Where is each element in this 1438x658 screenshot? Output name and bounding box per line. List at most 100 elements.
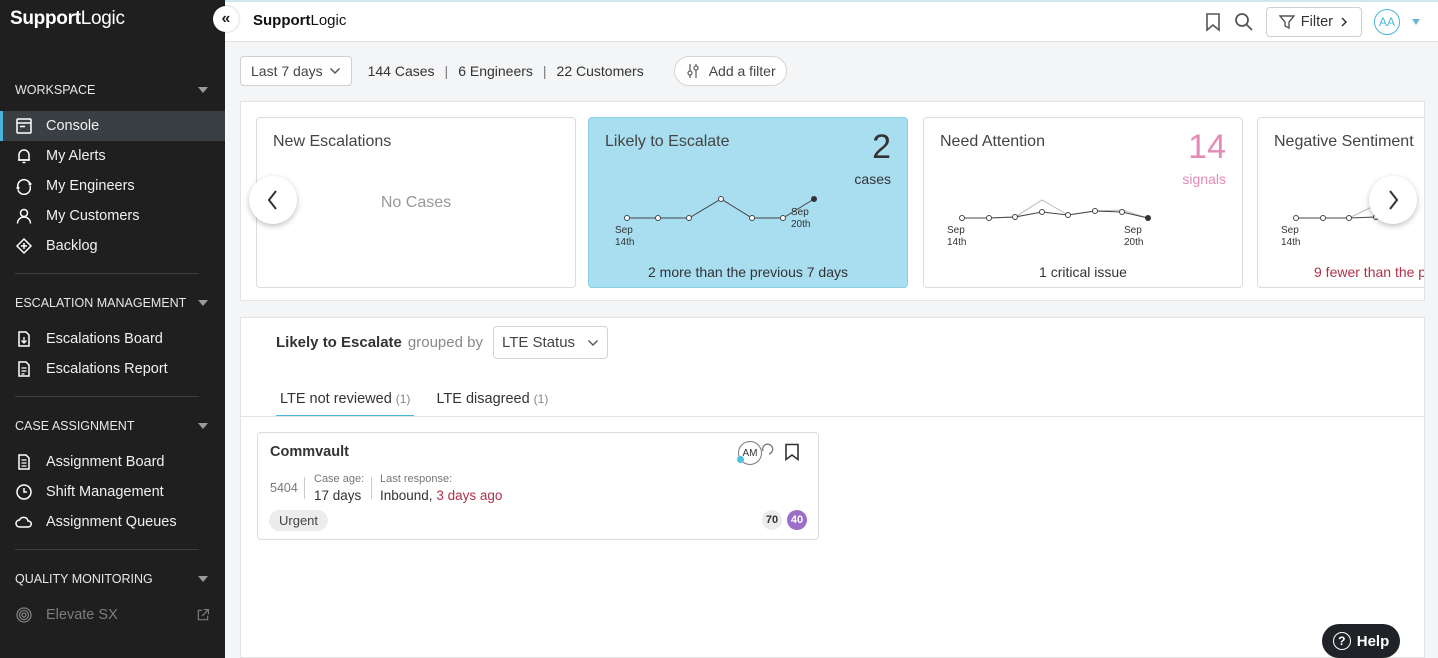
- list-title: Likely to Escalate: [276, 334, 402, 351]
- card-title: Need Attention: [940, 133, 1045, 150]
- filter-button[interactable]: Filter: [1265, 7, 1362, 37]
- caret-down-icon[interactable]: [198, 423, 208, 429]
- sidebar-item-my-customers[interactable]: My Customers: [0, 201, 225, 231]
- card-need-attention[interactable]: Need Attention 14 signals Sep 14th Sep 2…: [923, 117, 1243, 288]
- sparkline-point: [624, 215, 630, 221]
- response-direction: Inbound,: [380, 488, 433, 503]
- score-badge: 70: [762, 510, 782, 530]
- tab-lte-not-reviewed[interactable]: LTE not reviewed (1): [276, 388, 415, 417]
- card-count: 14: [1188, 128, 1226, 166]
- last-response-label: Last response:: [380, 473, 453, 485]
- sidebar-divider: [15, 396, 199, 397]
- question-icon: ?: [1332, 632, 1351, 650]
- sidebar-item-shift-management[interactable]: Shift Management: [0, 477, 225, 507]
- caret-down-icon[interactable]: [198, 87, 208, 93]
- group-by-row: Likely to Escalate grouped by LTE Status: [276, 326, 609, 359]
- case-age-value: 17 days: [314, 488, 362, 503]
- tab-lte-disagreed[interactable]: LTE disagreed (1): [432, 388, 552, 417]
- sidebar-item-assignment-board[interactable]: Assignment Board: [0, 447, 225, 477]
- sidebar-item-escalations-report[interactable]: Escalations Report: [0, 354, 225, 384]
- engineers-icon: [16, 178, 32, 195]
- sparkline-point: [1346, 215, 1352, 221]
- sparkline-point: [986, 215, 992, 221]
- funnel-icon: [1278, 15, 1295, 30]
- sidebar-item-label: Escalations Report: [46, 361, 168, 377]
- carousel-prev-button[interactable]: [249, 176, 297, 224]
- backlog-icon: [15, 237, 33, 255]
- card-unit: signals: [1182, 171, 1226, 187]
- sidebar-item-my-engineers[interactable]: My Engineers: [0, 171, 225, 201]
- external-link-icon[interactable]: [196, 608, 210, 622]
- sparkline-point: [1065, 212, 1071, 218]
- caret-down-icon[interactable]: [198, 576, 208, 582]
- group-by-value: LTE Status: [501, 334, 576, 351]
- customers-count[interactable]: 22 Customers: [557, 63, 644, 79]
- grouped-by-label: grouped by: [407, 334, 483, 351]
- case-card[interactable]: Commvault AM 5404 Case age: 17 days Last…: [257, 432, 819, 540]
- sparkline-chart: Sep 14th Sep 20th: [615, 196, 817, 248]
- person-icon: [16, 208, 32, 224]
- caret-down-icon[interactable]: [1412, 19, 1420, 25]
- chevron-right-icon: [1389, 190, 1399, 210]
- sidebar-item-backlog[interactable]: Backlog: [0, 231, 225, 261]
- date-range-dropdown[interactable]: Last 7 days: [240, 56, 352, 86]
- section-escalation-management[interactable]: ESCALATION MANAGEMENT: [15, 296, 210, 310]
- sidebar-item-label: My Customers: [46, 208, 140, 224]
- card-likely-to-escalate[interactable]: Likely to Escalate 2 cases Sep 14th Sep …: [588, 117, 908, 288]
- section-title: ESCALATION MANAGEMENT: [15, 296, 187, 310]
- engineers-count[interactable]: 6 Engineers: [458, 63, 533, 79]
- sidebar-item-label: Escalations Board: [46, 331, 163, 347]
- summary-stats: 144 Cases | 6 Engineers | 22 Customers: [368, 63, 644, 79]
- collapse-sidebar-button[interactable]: «: [213, 6, 239, 32]
- sidebar-item-label: My Engineers: [46, 178, 135, 194]
- sparkline-point: [1012, 214, 1018, 220]
- axis-start-label: 14th: [615, 237, 634, 248]
- sidebar-item-my-alerts[interactable]: My Alerts: [0, 141, 225, 171]
- field-separator: [371, 477, 372, 499]
- board-icon: [18, 454, 30, 470]
- caret-down-icon[interactable]: [198, 300, 208, 306]
- carousel-next-button[interactable]: [1369, 176, 1417, 224]
- cases-count[interactable]: 144 Cases: [368, 63, 435, 79]
- chevron-right-icon: [1341, 17, 1348, 27]
- section-quality-monitoring[interactable]: QUALITY MONITORING: [15, 572, 210, 586]
- sidebar-item-elevate-sx[interactable]: Elevate SX: [0, 600, 225, 630]
- sidebar-item-console[interactable]: Console: [0, 111, 225, 141]
- sidebar-divider: [15, 549, 199, 550]
- filter-bar: Last 7 days 144 Cases | 6 Engineers | 22…: [240, 56, 787, 86]
- bookmark-icon[interactable]: [1204, 12, 1222, 32]
- help-button[interactable]: ? Help: [1322, 624, 1400, 658]
- card-empty-text: No Cases: [380, 194, 452, 211]
- sidebar-item-label: Assignment Queues: [46, 514, 177, 530]
- search-icon[interactable]: [1234, 12, 1254, 32]
- refresh-icon[interactable]: [760, 442, 774, 456]
- sidebar-item-assignment-queues[interactable]: Assignment Queues: [0, 507, 225, 537]
- sparkline-point: [811, 196, 817, 202]
- sparkline-point: [1039, 209, 1045, 215]
- priority-badge: Urgent: [269, 510, 329, 531]
- section-case-assignment[interactable]: CASE ASSIGNMENT: [15, 419, 210, 433]
- tab-label: LTE disagreed: [436, 391, 530, 407]
- user-avatar[interactable]: AA: [1374, 9, 1400, 35]
- app-logo[interactable]: SupportLogic: [10, 8, 125, 30]
- sparkline-point: [959, 215, 965, 221]
- add-filter-button[interactable]: Add a filter: [673, 56, 787, 86]
- sparkline-point: [1293, 215, 1299, 221]
- sidebar-item-escalations-board[interactable]: Escalations Board: [0, 324, 225, 354]
- field-separator: [304, 477, 305, 499]
- tabs-divider: [241, 416, 1424, 417]
- card-unit: cases: [854, 171, 891, 187]
- sliders-icon: [687, 64, 699, 78]
- fingerprint-icon: [16, 607, 32, 623]
- section-workspace[interactable]: WORKSPACE: [15, 83, 210, 97]
- report-icon: [18, 361, 30, 377]
- summary-cards-panel: New Escalations No Cases Likely to Escal…: [240, 101, 1425, 301]
- clock-icon: [16, 484, 32, 500]
- bookmark-icon[interactable]: [784, 443, 800, 461]
- sparkline-chart: Sep 14th Sep 20th: [947, 199, 1151, 248]
- card-new-escalations[interactable]: New Escalations No Cases: [256, 117, 576, 288]
- console-icon: [16, 118, 32, 134]
- card-footer: 1 critical issue: [1039, 264, 1127, 280]
- group-by-select[interactable]: LTE Status: [492, 326, 609, 359]
- sidebar: SupportLogic WORKSPACE Console My Alerts…: [0, 0, 225, 658]
